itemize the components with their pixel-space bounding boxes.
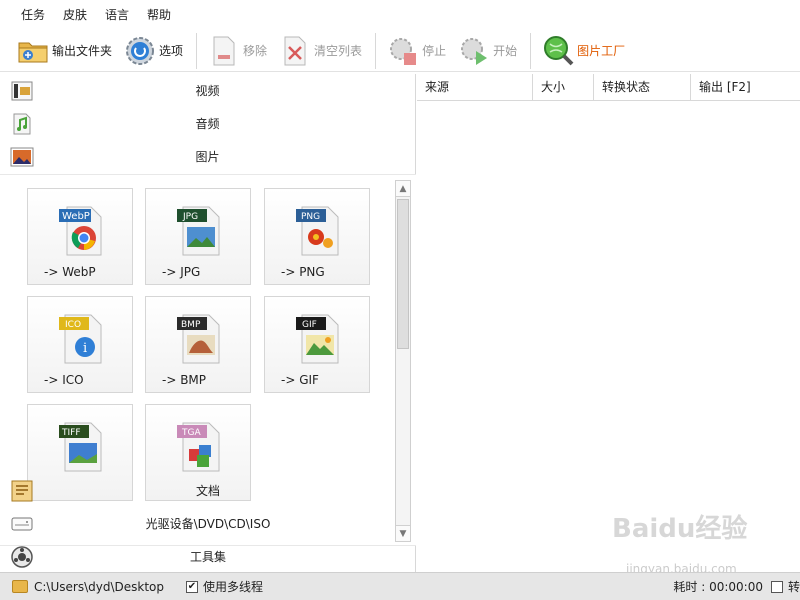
stop-icon (387, 35, 419, 67)
format-tile-webp[interactable]: WebP -> WebP (27, 188, 133, 285)
format-tile-png[interactable]: PNG -> PNG (264, 188, 370, 285)
format-label: -> GIF (281, 373, 319, 387)
jpg-file-icon: JPG (175, 203, 225, 257)
toolbar-divider (530, 32, 532, 69)
webp-file-icon: WebP (57, 203, 107, 257)
svg-text:JPG: JPG (182, 212, 198, 222)
svg-text:TGA: TGA (181, 428, 201, 438)
tga-file-icon: TGA (175, 419, 225, 473)
toolbar-divider (375, 32, 377, 69)
start-icon (458, 35, 490, 67)
category-tools[interactable]: 工具集 (0, 540, 416, 573)
menu-help[interactable]: 帮助 (138, 0, 180, 30)
gear-icon (124, 35, 156, 67)
svg-text:WebP: WebP (62, 211, 90, 222)
bmp-file-icon: BMP (175, 311, 225, 365)
png-file-icon: PNG (294, 203, 344, 257)
scroll-up-arrow-icon[interactable]: ▲ (396, 181, 410, 197)
film-icon (10, 79, 34, 103)
format-tile-ico[interactable]: ICO i -> ICO (27, 296, 133, 393)
column-source[interactable]: 来源 (417, 74, 533, 101)
svg-text:GIF: GIF (302, 320, 317, 330)
options-button[interactable]: 选项 (121, 32, 186, 70)
column-output[interactable]: 输出 [F2] (691, 74, 800, 101)
start-label: 开始 (493, 44, 518, 58)
clear-list-icon (279, 35, 311, 67)
file-list: 来源 大小 转换状态 输出 [F2] (417, 74, 800, 572)
output-folder-label: 输出文件夹 (52, 44, 113, 58)
format-label: -> ICO (44, 373, 84, 387)
remove-button[interactable]: 移除 (205, 32, 270, 70)
svg-text:PNG: PNG (301, 212, 320, 222)
menu-skin[interactable]: 皮肤 (54, 0, 96, 30)
scroll-thumb[interactable] (397, 199, 409, 349)
status-bar: C:\Users\dyd\Desktop ✔ 使用多线程 耗时 : 00:00:… (0, 572, 800, 600)
multithread-checkbox[interactable]: ✔ (185, 580, 198, 593)
svg-text:i: i (83, 341, 87, 356)
svg-text:BMP: BMP (181, 320, 201, 330)
category-audio[interactable]: 音频 (0, 107, 415, 140)
category-video[interactable]: 视频 (0, 74, 415, 107)
column-status[interactable]: 转换状态 (594, 74, 691, 101)
menu-language[interactable]: 语言 (96, 0, 138, 30)
ico-file-icon: ICO i (57, 311, 107, 365)
options-label: 选项 (159, 44, 184, 58)
remove-file-icon (208, 35, 240, 67)
remove-label: 移除 (243, 44, 268, 58)
file-list-header: 来源 大小 转换状态 输出 [F2] (417, 74, 800, 101)
multithread-label: 使用多线程 (202, 580, 263, 594)
format-tile-jpg[interactable]: JPG -> JPG (145, 188, 251, 285)
after-convert-checkbox[interactable] (770, 580, 783, 593)
picture-factory-button[interactable]: 图片工厂 (539, 32, 628, 70)
svg-text:ICO: ICO (65, 320, 81, 330)
picture-factory-label: 图片工厂 (577, 44, 626, 58)
format-label: -> PNG (281, 265, 325, 279)
format-tile-bmp[interactable]: BMP -> BMP (145, 296, 251, 393)
category-panel: 视频 音频 图片 WebP -> WebP JPG -> JPG PNG -> … (0, 74, 416, 572)
magnifier-globe-icon (542, 35, 574, 67)
category-picture-label: 图片 (195, 150, 220, 164)
output-path[interactable]: C:\Users\dyd\Desktop (34, 580, 164, 594)
watermark-brand: Baidu经验 (612, 514, 748, 544)
clear-list-label: 清空列表 (314, 44, 363, 58)
after-convert-label: 转 (787, 580, 800, 594)
category-audio-label: 音频 (195, 117, 220, 131)
document-icon (10, 479, 34, 503)
bottom-categories: 文档 光驱设备\DVD\CD\ISO 工具集 (0, 474, 416, 573)
picture-icon (10, 145, 34, 169)
stop-button[interactable]: 停止 (384, 32, 449, 70)
format-label: -> BMP (162, 373, 207, 387)
clear-list-button[interactable]: 清空列表 (276, 32, 365, 70)
category-document[interactable]: 文档 (0, 474, 416, 507)
toolbox-icon (10, 545, 34, 569)
category-tools-label: 工具集 (189, 550, 226, 564)
format-label: -> JPG (162, 265, 201, 279)
elapsed-time: 耗时 : 00:00:00 (673, 580, 763, 594)
toolbar-divider (196, 32, 198, 69)
category-optical[interactable]: 光驱设备\DVD\CD\ISO (0, 507, 416, 540)
folder-icon[interactable] (12, 580, 28, 593)
format-tile-gif[interactable]: GIF -> GIF (264, 296, 370, 393)
gif-file-icon: GIF (294, 311, 344, 365)
category-video-label: 视频 (195, 84, 220, 98)
category-picture[interactable]: 图片 (0, 140, 415, 173)
menu-bar: 任务 皮肤 语言 帮助 (0, 0, 800, 30)
category-document-label: 文档 (195, 484, 220, 498)
start-button[interactable]: 开始 (455, 32, 520, 70)
disc-drive-icon (10, 512, 34, 536)
menu-task[interactable]: 任务 (12, 0, 54, 30)
stop-label: 停止 (422, 44, 447, 58)
svg-text:TIFF: TIFF (61, 428, 81, 438)
column-size[interactable]: 大小 (533, 74, 594, 101)
folder-icon (17, 35, 49, 67)
toolbar: 输出文件夹 选项 移除 清空列表 停止 开始 图片工厂 (0, 30, 800, 72)
format-label: -> WebP (44, 265, 96, 279)
tiff-file-icon: TIFF (57, 419, 107, 473)
music-note-icon (10, 112, 34, 136)
category-optical-label: 光驱设备\DVD\CD\ISO (145, 517, 271, 531)
output-folder-button[interactable]: 输出文件夹 (14, 32, 115, 70)
